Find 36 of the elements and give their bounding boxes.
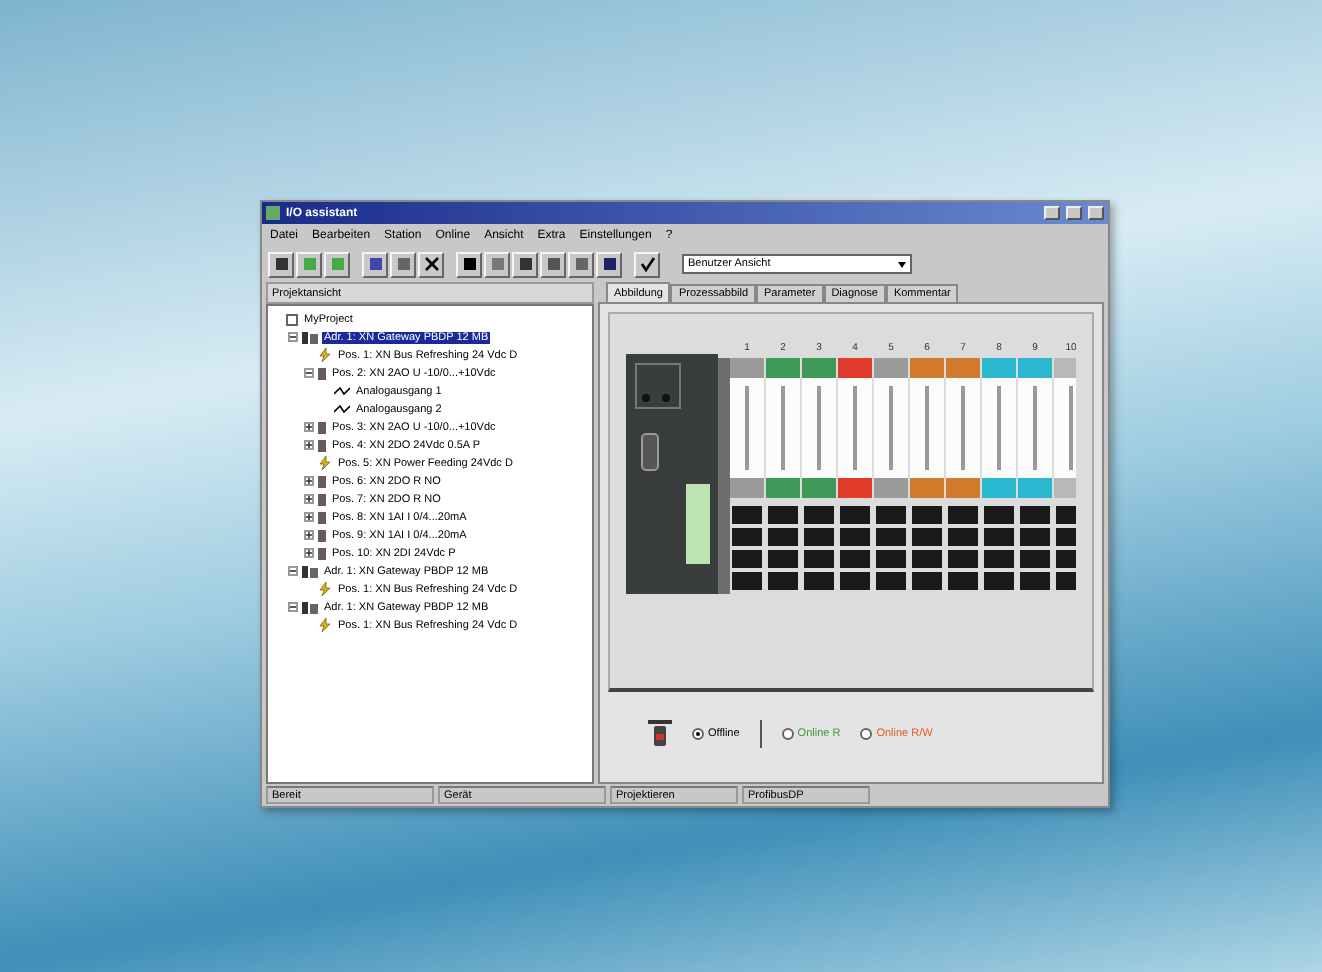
expand-toggle[interactable] bbox=[304, 548, 314, 558]
expand-toggle[interactable] bbox=[304, 440, 314, 450]
collapse-toggle[interactable] bbox=[304, 368, 314, 378]
toolbar-button[interactable] bbox=[596, 251, 622, 277]
app-icon bbox=[266, 206, 280, 220]
expand-toggle[interactable] bbox=[304, 494, 314, 504]
toolbar-button[interactable] bbox=[634, 251, 660, 277]
lightning-icon bbox=[318, 348, 332, 362]
expand-toggle[interactable] bbox=[304, 422, 314, 432]
expand-toggle[interactable] bbox=[304, 530, 314, 540]
lightning-icon bbox=[318, 582, 332, 596]
gateway-icon bbox=[302, 601, 318, 613]
toolbar-icon[interactable] bbox=[423, 256, 439, 272]
expand-toggle[interactable] bbox=[304, 512, 314, 522]
plug-icon bbox=[648, 719, 672, 747]
collapse-toggle[interactable] bbox=[288, 566, 298, 576]
toolbar-button[interactable] bbox=[362, 251, 388, 277]
toolbar-button[interactable] bbox=[456, 251, 482, 277]
minimize-button[interactable] bbox=[1044, 206, 1060, 220]
maximize-button[interactable] bbox=[1066, 206, 1082, 220]
lightning-icon bbox=[318, 618, 332, 632]
lightning-icon bbox=[318, 456, 332, 470]
module-icon bbox=[318, 367, 326, 379]
expand-toggle[interactable] bbox=[304, 476, 314, 486]
gateway-icon bbox=[302, 565, 318, 577]
collapse-toggle[interactable] bbox=[288, 602, 298, 612]
toolbar-button[interactable] bbox=[512, 251, 538, 277]
toolbar-button[interactable] bbox=[268, 251, 294, 277]
dropdown-arrow-icon bbox=[894, 256, 910, 272]
toolbar-button[interactable] bbox=[418, 251, 444, 277]
gateway-icon bbox=[302, 331, 318, 343]
toolbar-button[interactable] bbox=[540, 251, 566, 277]
project-icon bbox=[286, 313, 298, 325]
toolbar-icon[interactable] bbox=[639, 256, 655, 272]
collapse-toggle[interactable] bbox=[288, 332, 298, 342]
close-button[interactable] bbox=[1088, 206, 1104, 220]
